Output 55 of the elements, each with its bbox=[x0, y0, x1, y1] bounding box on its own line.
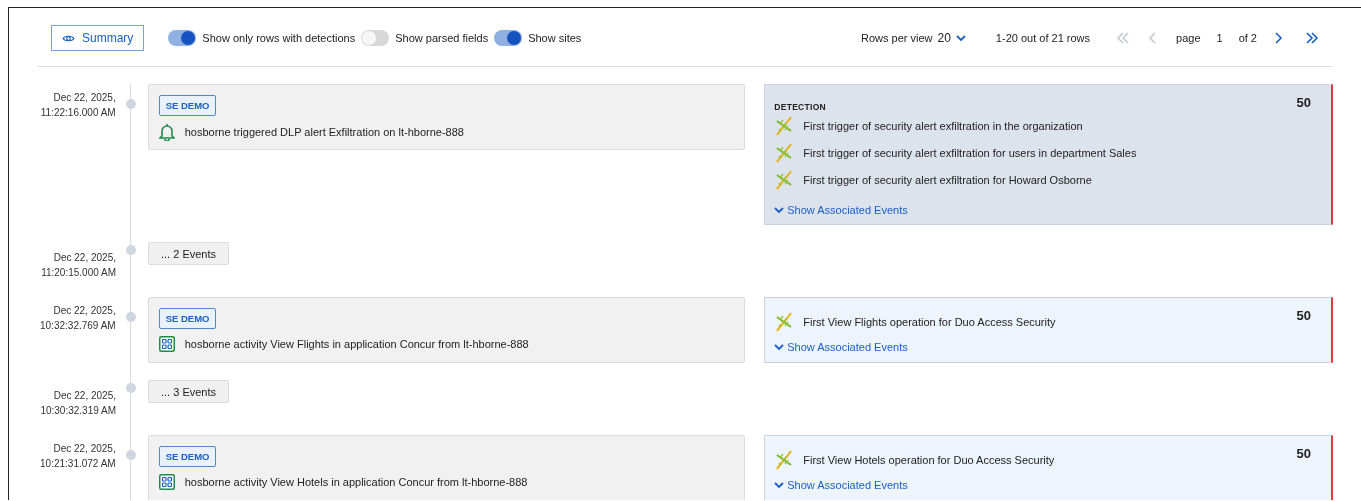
detection-text: First View Hotels operation for Duo Access Security bbox=[803, 453, 1055, 466]
page-total: of 2 bbox=[1238, 32, 1257, 44]
chevron-down-icon bbox=[774, 206, 785, 214]
detection-card[interactable]: First View Flights operation for Duo Access Security 50 Show Associated Events bbox=[764, 297, 1333, 363]
detection-score: 50 bbox=[1296, 308, 1311, 323]
chevron-down-icon bbox=[955, 34, 966, 42]
detection-text: First trigger of security alert exfiltration for Howard Osborne bbox=[803, 173, 1092, 186]
timestamp: Dec 22, 2025, 11:20:15.000 AM bbox=[40, 251, 116, 280]
show-associated-events-link[interactable]: Show Associated Events bbox=[774, 341, 1311, 353]
rows-per-view-label: Rows per view bbox=[860, 32, 933, 44]
toggle-label: Show only rows with detections bbox=[202, 32, 356, 44]
site-tag: SE DEMO bbox=[158, 446, 217, 467]
toggle-label: Show parsed fields bbox=[395, 32, 489, 44]
dna-icon bbox=[774, 310, 795, 333]
show-associated-events-link[interactable]: Show Associated Events bbox=[774, 479, 1311, 491]
dna-icon bbox=[774, 141, 795, 164]
site-tag: SE DEMO bbox=[158, 95, 217, 116]
bell-icon bbox=[158, 123, 175, 141]
show-associated-events-link[interactable]: Show Associated Events bbox=[774, 204, 1311, 216]
page-label: page bbox=[1176, 32, 1201, 44]
chevron-down-icon bbox=[774, 343, 785, 351]
detection-card[interactable]: First View Hotels operation for Duo Access Security 50 Show Associated Events bbox=[764, 435, 1333, 500]
detection-card[interactable] bbox=[764, 84, 1333, 225]
app-grid-icon bbox=[158, 336, 175, 352]
summary-button[interactable]: Summary bbox=[51, 25, 145, 51]
detection-score: 50 bbox=[1296, 95, 1311, 110]
detection-score: 50 bbox=[1296, 446, 1311, 461]
last-page-button[interactable] bbox=[1305, 32, 1319, 44]
timestamp: Dec 22, 2025, 10:21:31.072 AM bbox=[39, 442, 116, 471]
event-text: hosborne triggered DLP alert Exfiltration on lt-hborne-888 bbox=[184, 126, 464, 138]
detection-text: First trigger of security alert exfiltration in the organization bbox=[803, 119, 1083, 132]
site-tag: SE DEMO bbox=[158, 308, 217, 329]
detection-text: First View Flights operation for Duo Access Security bbox=[803, 315, 1056, 328]
timestamp: Dec 22, 2025, 10:30:32.319 AM bbox=[39, 389, 116, 418]
toggle-label: Show sites bbox=[528, 32, 582, 44]
dna-icon bbox=[774, 448, 795, 471]
detection-text: First trigger of security alert exfiltration for users in department Sales bbox=[803, 146, 1137, 159]
detection-heading: DETECTION bbox=[774, 102, 827, 112]
toggle-switch[interactable] bbox=[168, 30, 197, 46]
toggle-switch[interactable] bbox=[361, 30, 390, 46]
rows-per-view-value[interactable]: 20 bbox=[937, 31, 951, 45]
app-grid-icon bbox=[158, 474, 175, 490]
timestamp: Dec 22, 2025, 11:22:16.000 AM bbox=[39, 91, 116, 120]
event-text: hosborne activity View Hotels in application Concur from lt-hborne-888 bbox=[184, 476, 528, 488]
collapsed-events-button[interactable]: ... 2 Events bbox=[148, 242, 230, 265]
timestamp: Dec 22, 2025, 10:32:32.769 AM bbox=[39, 304, 116, 333]
collapsed-events-button[interactable]: ... 3 Events bbox=[148, 380, 230, 403]
eye-icon bbox=[62, 33, 75, 43]
page-number[interactable]: 1 bbox=[1216, 32, 1223, 44]
event-text: hosborne activity View Flights in application Concur from lt-hborne-888 bbox=[184, 338, 529, 350]
chevron-down-icon bbox=[774, 481, 785, 489]
toggle-switch[interactable] bbox=[494, 30, 523, 46]
dna-icon bbox=[774, 168, 795, 191]
row-range: 1-20 out of 21 rows bbox=[995, 32, 1091, 44]
dna-icon bbox=[774, 114, 795, 137]
